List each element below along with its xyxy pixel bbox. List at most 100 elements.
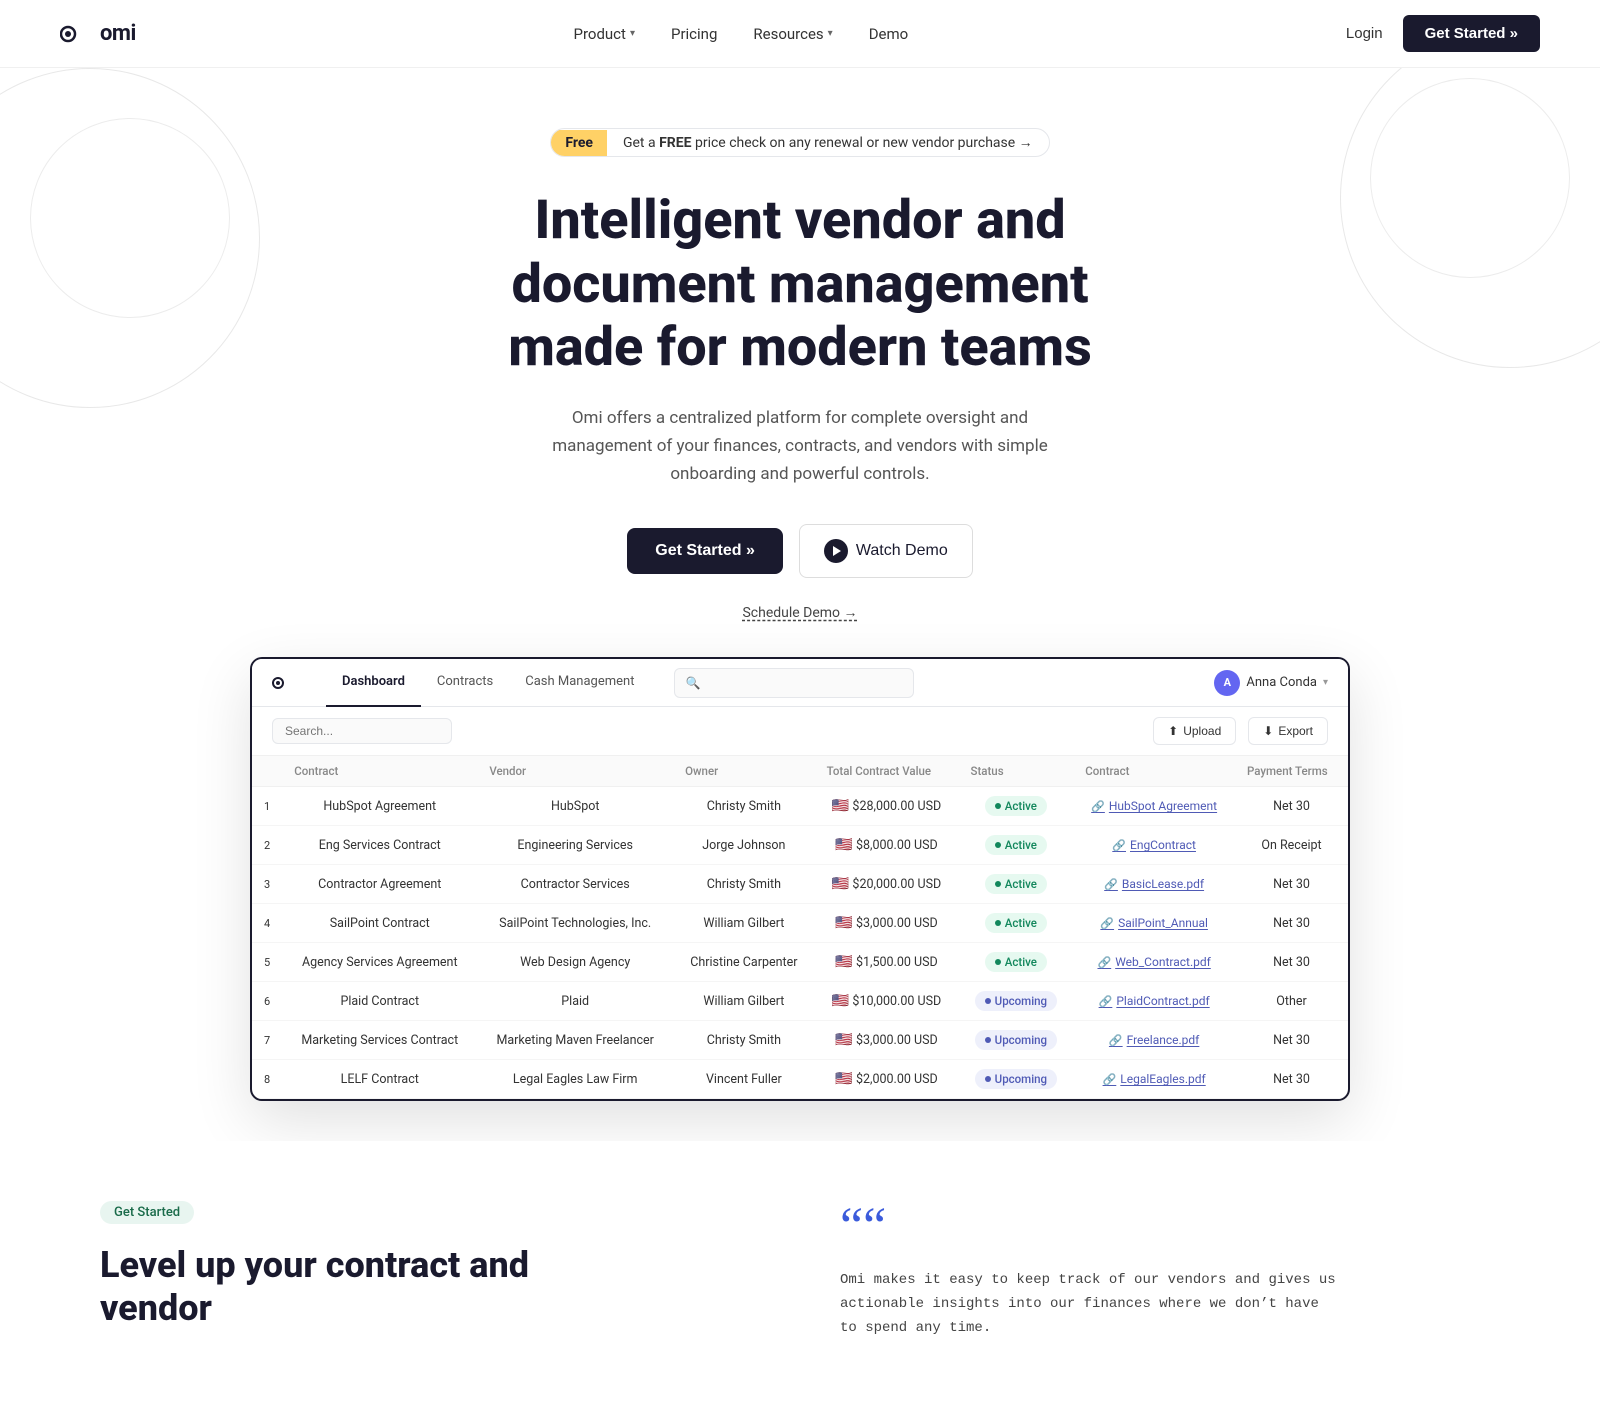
row-contract-name: Agency Services Agreement	[282, 943, 477, 982]
row-payment-terms: Net 30	[1235, 1021, 1348, 1060]
row-file[interactable]: 🔗 LegalEagles.pdf	[1073, 1060, 1235, 1099]
row-payment-terms: On Receipt	[1235, 826, 1348, 865]
search-icon: 🔍	[685, 676, 700, 690]
status-dot-icon	[995, 881, 1001, 887]
export-icon: ⬇	[1263, 724, 1273, 738]
status-badge: Active	[985, 874, 1047, 894]
row-contract-name: Contractor Agreement	[282, 865, 477, 904]
table-row[interactable]: 5 Agency Services Agreement Web Design A…	[252, 943, 1348, 982]
row-payment-terms: Net 30	[1235, 1060, 1348, 1099]
quote-text: Omi makes it easy to keep track of our v…	[840, 1269, 1340, 1340]
app-screenshot: Dashboard Contracts Cash Management 🔍 A …	[250, 657, 1350, 1101]
col-payment-terms: Payment Terms	[1235, 756, 1348, 787]
paperclip-icon: 🔗	[1109, 1034, 1123, 1047]
row-file[interactable]: 🔗 EngContract	[1073, 826, 1235, 865]
paperclip-icon: 🔗	[1112, 839, 1126, 852]
row-contract-name: LELF Contract	[282, 1060, 477, 1099]
row-file[interactable]: 🔗 Web_Contract.pdf	[1073, 943, 1235, 982]
row-file[interactable]: 🔗 BasicLease.pdf	[1073, 865, 1235, 904]
table-row[interactable]: 3 Contractor Agreement Contractor Servic…	[252, 865, 1348, 904]
row-contract-name: HubSpot Agreement	[282, 787, 477, 826]
bottom-tag: Get Started	[100, 1201, 194, 1224]
row-contract-name: SailPoint Contract	[282, 904, 477, 943]
table-body: 1 HubSpot Agreement HubSpot Christy Smit…	[252, 787, 1348, 1099]
row-file[interactable]: 🔗 PlaidContract.pdf	[1073, 982, 1235, 1021]
decorative-circle-left	[30, 118, 230, 318]
quote-mark: ““	[840, 1201, 1500, 1253]
upload-icon: ⬆	[1168, 724, 1178, 738]
flag-icon: 🇺🇸	[835, 837, 852, 853]
play-icon	[824, 539, 848, 563]
get-started-hero-button[interactable]: Get Started »	[627, 528, 783, 574]
contract-file-link[interactable]: 🔗 Web_Contract.pdf	[1097, 955, 1210, 969]
app-screenshot-wrapper: Dashboard Contracts Cash Management 🔍 A …	[250, 657, 1350, 1101]
nav-link-pricing[interactable]: Pricing	[671, 25, 717, 43]
row-owner: William Gilbert	[673, 904, 815, 943]
row-file[interactable]: 🔗 HubSpot Agreement	[1073, 787, 1235, 826]
row-owner: Vincent Fuller	[673, 1060, 815, 1099]
nav-link-resources[interactable]: Resources ▾	[753, 25, 832, 43]
nav-link-demo[interactable]: Demo	[869, 25, 909, 43]
table-row[interactable]: 1 HubSpot Agreement HubSpot Christy Smit…	[252, 787, 1348, 826]
badge-message: Get a FREE price check on any renewal or…	[607, 129, 1049, 156]
contract-file-link[interactable]: 🔗 BasicLease.pdf	[1104, 877, 1204, 891]
login-button[interactable]: Login	[1346, 25, 1383, 42]
status-badge: Active	[985, 952, 1047, 972]
omi-logo-icon	[60, 18, 92, 50]
row-value: 🇺🇸 $3,000.00 USD	[815, 904, 959, 943]
row-file[interactable]: 🔗 SailPoint_Annual	[1073, 904, 1235, 943]
row-payment-terms: Other	[1235, 982, 1348, 1021]
flag-icon: 🇺🇸	[835, 915, 852, 931]
row-value: 🇺🇸 $3,000.00 USD	[815, 1021, 959, 1060]
watch-demo-button[interactable]: Watch Demo	[799, 524, 973, 578]
contract-file-link[interactable]: 🔗 PlaidContract.pdf	[1099, 994, 1210, 1008]
row-contract-name: Eng Services Contract	[282, 826, 477, 865]
row-status: Upcoming	[958, 1060, 1073, 1099]
avatar: A	[1214, 670, 1240, 696]
get-started-nav-button[interactable]: Get Started »	[1403, 15, 1540, 52]
schedule-demo-link[interactable]: Schedule Demo →	[742, 604, 857, 621]
row-status: Active	[958, 826, 1073, 865]
app-topbar-search[interactable]: 🔍	[674, 668, 914, 698]
table-search-input[interactable]	[272, 718, 452, 744]
col-status: Status	[958, 756, 1073, 787]
logo-text: omi	[100, 21, 136, 46]
table-row[interactable]: 8 LELF Contract Legal Eagles Law Firm Vi…	[252, 1060, 1348, 1099]
app-tab-dashboard[interactable]: Dashboard	[326, 659, 421, 707]
flag-icon: 🇺🇸	[832, 993, 849, 1009]
flag-icon: 🇺🇸	[835, 1032, 852, 1048]
table-row[interactable]: 7 Marketing Services Contract Marketing …	[252, 1021, 1348, 1060]
contract-file-link[interactable]: 🔗 EngContract	[1112, 838, 1196, 852]
app-tab-cash-management[interactable]: Cash Management	[509, 659, 650, 707]
row-file[interactable]: 🔗 Freelance.pdf	[1073, 1021, 1235, 1060]
app-logo-icon	[272, 672, 294, 694]
status-dot-icon	[985, 998, 991, 1004]
row-number: 2	[252, 826, 282, 865]
bottom-section: Get Started Level up your contract and v…	[0, 1141, 1600, 1400]
paperclip-icon: 🔗	[1099, 995, 1113, 1008]
promo-badge[interactable]: Free Get a FREE price check on any renew…	[550, 128, 1049, 157]
chevron-down-icon: ▾	[630, 28, 635, 39]
contract-file-link[interactable]: 🔗 HubSpot Agreement	[1091, 799, 1217, 813]
hero-title: Intelligent vendor and document manageme…	[410, 189, 1190, 380]
upload-button[interactable]: ⬆ Upload	[1153, 717, 1236, 745]
nav-link-product[interactable]: Product ▾	[574, 25, 635, 43]
contract-file-link[interactable]: 🔗 SailPoint_Annual	[1100, 916, 1208, 930]
flag-icon: 🇺🇸	[832, 798, 849, 814]
logo[interactable]: omi	[60, 18, 136, 50]
col-contract-file: Contract	[1073, 756, 1235, 787]
nav-item-pricing[interactable]: Pricing	[671, 25, 717, 43]
contract-file-link[interactable]: 🔗 Freelance.pdf	[1109, 1033, 1199, 1047]
row-owner: Christy Smith	[673, 1021, 815, 1060]
nav-item-resources[interactable]: Resources ▾	[753, 25, 832, 43]
table-row[interactable]: 6 Plaid Contract Plaid William Gilbert 🇺…	[252, 982, 1348, 1021]
contract-file-link[interactable]: 🔗 LegalEagles.pdf	[1103, 1072, 1206, 1086]
chevron-down-icon: ▾	[1323, 677, 1328, 688]
nav-item-product[interactable]: Product ▾	[574, 25, 635, 43]
app-tab-contracts[interactable]: Contracts	[421, 659, 509, 707]
table-row[interactable]: 2 Eng Services Contract Engineering Serv…	[252, 826, 1348, 865]
nav-item-demo[interactable]: Demo	[869, 25, 909, 43]
paperclip-icon: 🔗	[1100, 917, 1114, 930]
table-row[interactable]: 4 SailPoint Contract SailPoint Technolog…	[252, 904, 1348, 943]
export-button[interactable]: ⬇ Export	[1248, 717, 1328, 745]
